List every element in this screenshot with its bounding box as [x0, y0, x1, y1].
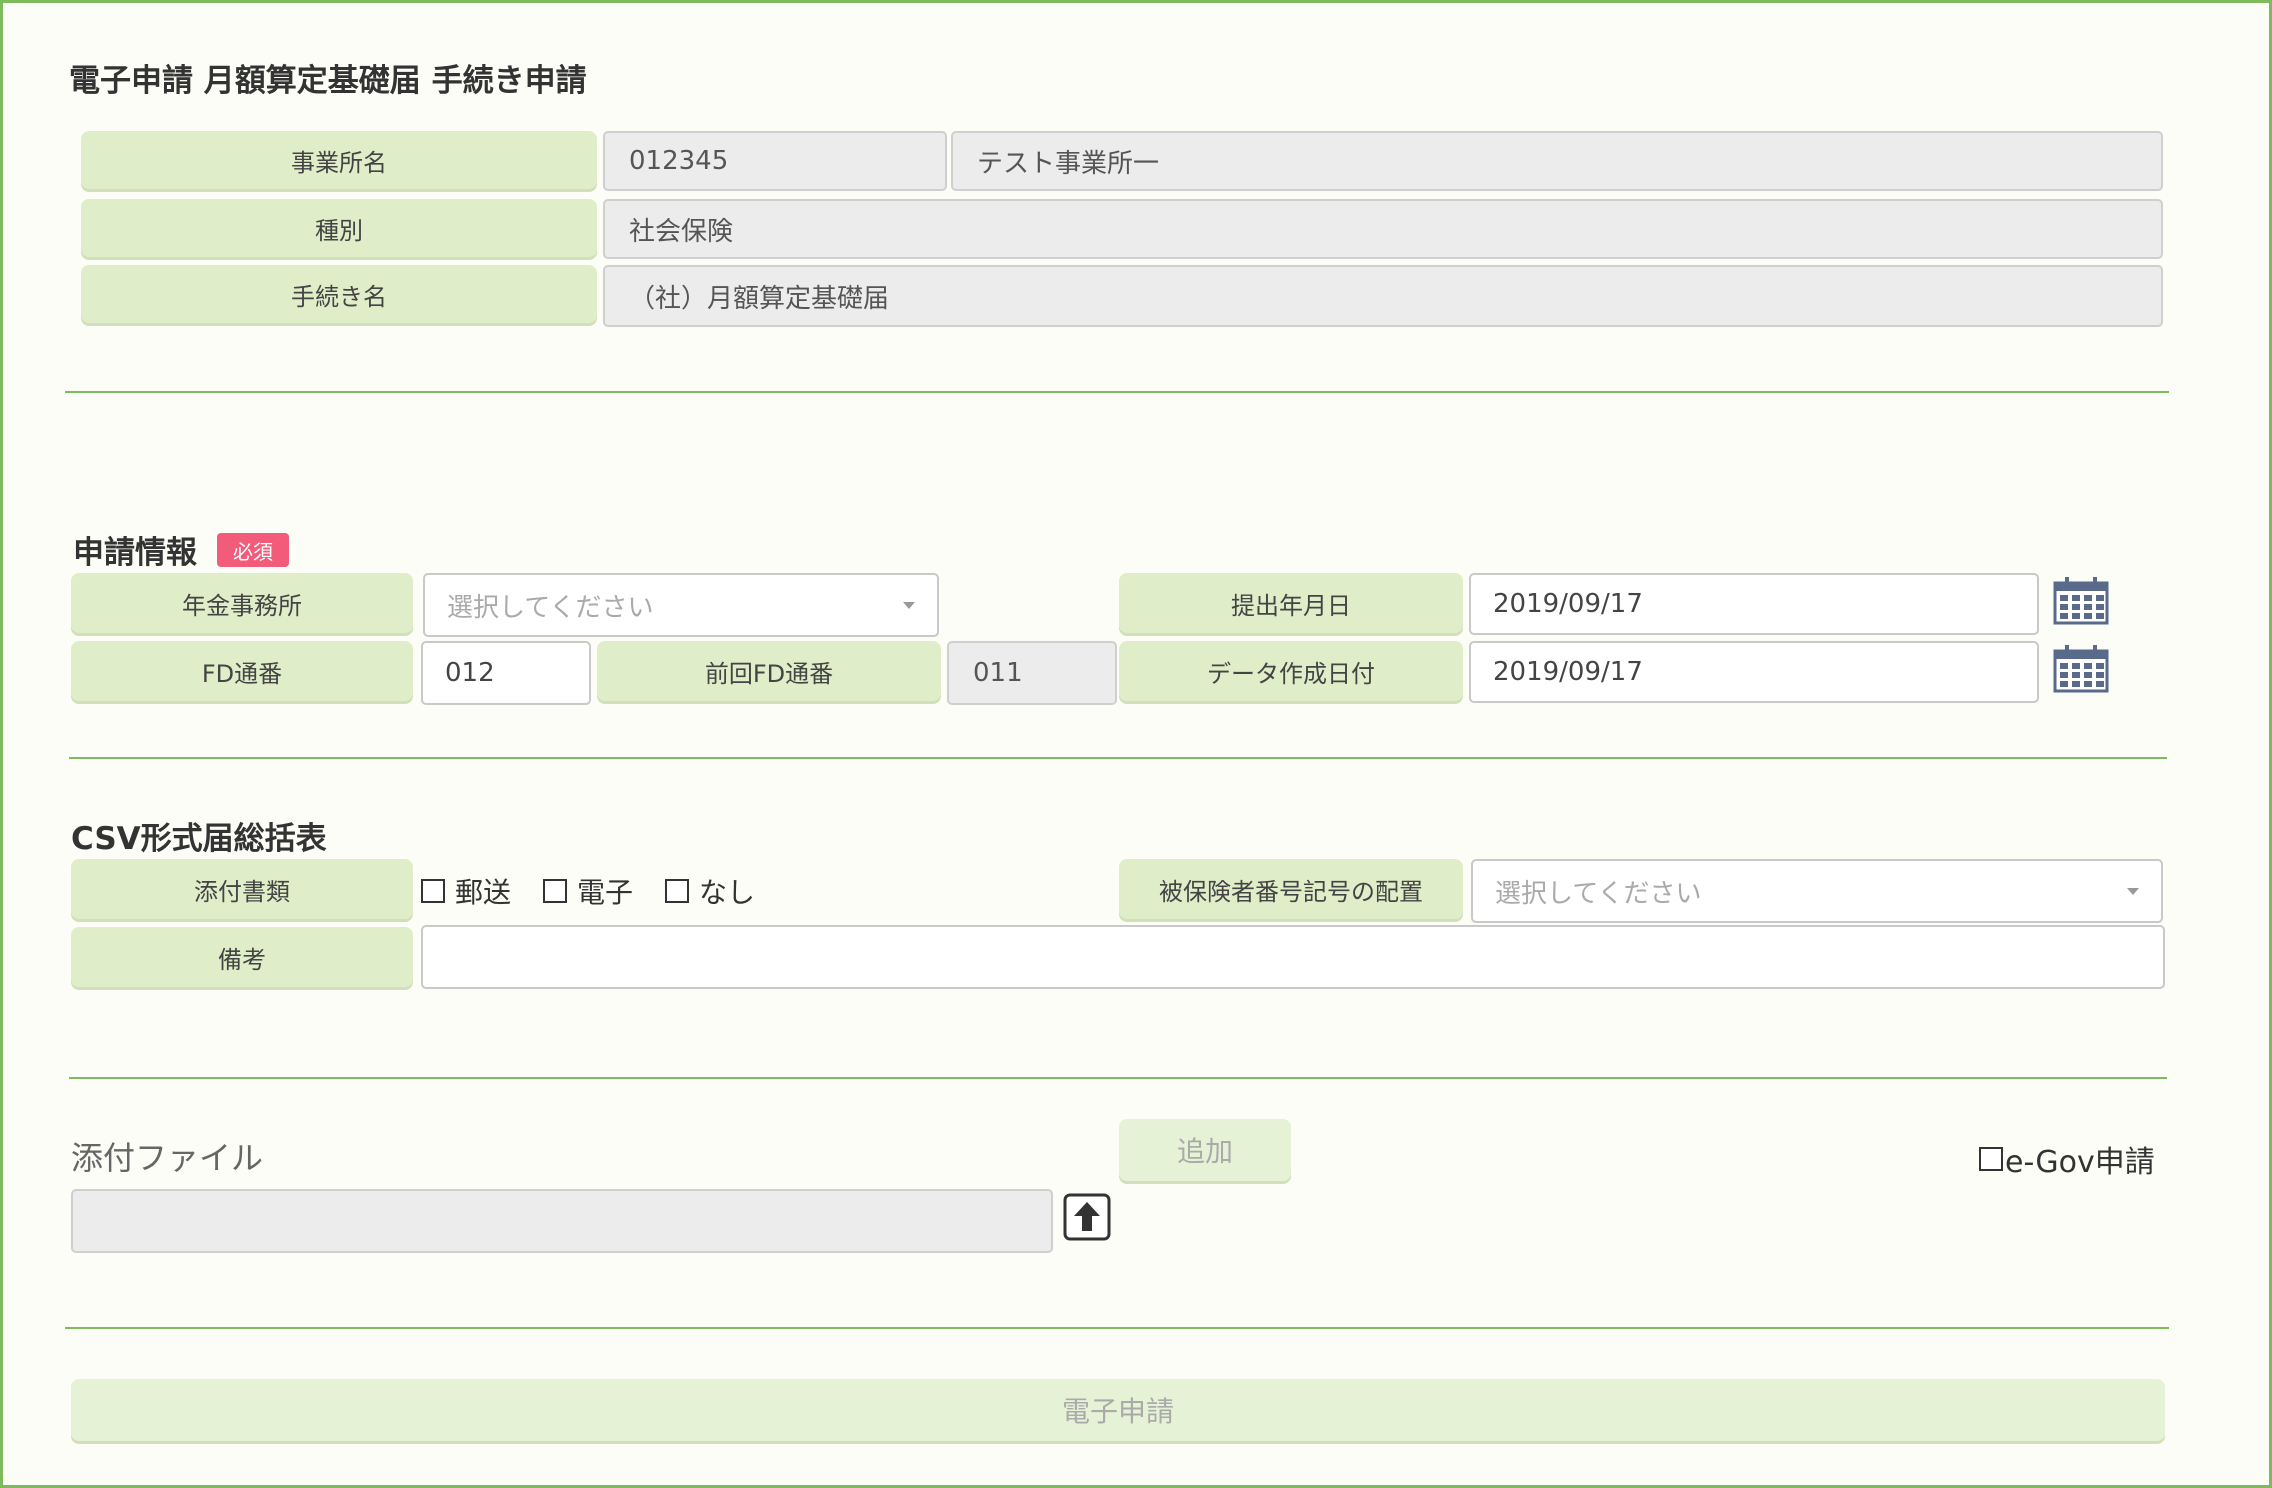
procedure-label: 手続き名	[81, 265, 597, 323]
chevron-down-icon	[2127, 888, 2139, 895]
page-title: 電子申請 月額算定基礎届 手続き申請	[69, 63, 587, 99]
data-date-input[interactable]: 2019/09/17	[1469, 641, 2039, 703]
calendar-icon[interactable]	[2053, 645, 2109, 697]
upload-icon[interactable]	[1063, 1193, 1111, 1241]
divider	[65, 391, 2169, 393]
option-electronic[interactable]: 電子	[543, 871, 633, 911]
option-mail[interactable]: 郵送	[421, 871, 511, 911]
fd-label: FD通番	[71, 641, 413, 701]
prev-fd-field: 011	[947, 641, 1117, 705]
submit-date-label: 提出年月日	[1119, 573, 1463, 633]
option-electronic-label: 電子	[577, 876, 634, 909]
csv-heading: CSV形式届総括表	[71, 821, 327, 857]
insured-number-placeholder: 選択してください	[1495, 878, 1702, 909]
form-frame: 電子申請 月額算定基礎届 手続き申請 事業所名 012345 テスト事業所一 種…	[0, 0, 2272, 1488]
required-badge: 必須	[217, 533, 289, 567]
add-button[interactable]: 追加	[1119, 1119, 1291, 1181]
data-date-label: データ作成日付	[1119, 641, 1463, 701]
file-path-field	[71, 1189, 1053, 1253]
attachment-docs-label: 添付書類	[71, 859, 413, 919]
option-none-label: なし	[699, 876, 756, 909]
insured-number-select[interactable]: 選択してください	[1471, 859, 2163, 923]
type-label: 種別	[81, 199, 597, 257]
attach-file-heading: 添付ファイル	[71, 1139, 264, 1177]
option-none[interactable]: なし	[665, 871, 755, 911]
e-application-submit-button[interactable]: 電子申請	[71, 1379, 2165, 1441]
divider	[69, 757, 2167, 759]
chevron-down-icon	[903, 602, 915, 609]
divider	[69, 1077, 2167, 1079]
electronic-checkbox[interactable]	[543, 879, 567, 903]
egov-label: e-Gov申請	[2005, 1145, 2155, 1180]
remarks-input[interactable]	[421, 925, 2165, 989]
mail-checkbox[interactable]	[421, 879, 445, 903]
office-label: 事業所名	[81, 131, 597, 189]
egov-checkbox[interactable]	[1979, 1147, 2003, 1171]
none-checkbox[interactable]	[665, 879, 689, 903]
submit-date-input[interactable]: 2019/09/17	[1469, 573, 2039, 635]
divider	[65, 1327, 2169, 1329]
office-name-field: テスト事業所一	[951, 131, 2163, 191]
pension-office-placeholder: 選択してください	[447, 592, 654, 623]
option-mail-label: 郵送	[455, 876, 512, 909]
procedure-field: （社）月額算定基礎届	[603, 265, 2163, 327]
insured-number-label: 被保険者番号記号の配置	[1119, 859, 1463, 919]
type-field: 社会保険	[603, 199, 2163, 259]
remarks-label: 備考	[71, 927, 413, 987]
office-code-field: 012345	[603, 131, 947, 191]
prev-fd-label: 前回FD通番	[597, 641, 941, 701]
egov-option[interactable]: e-Gov申請	[1979, 1137, 2155, 1181]
pension-office-select[interactable]: 選択してください	[423, 573, 939, 637]
pension-office-label: 年金事務所	[71, 573, 413, 633]
application-heading: 申請情報	[73, 535, 197, 571]
calendar-icon[interactable]	[2053, 577, 2109, 629]
fd-input[interactable]: 012	[421, 641, 591, 705]
